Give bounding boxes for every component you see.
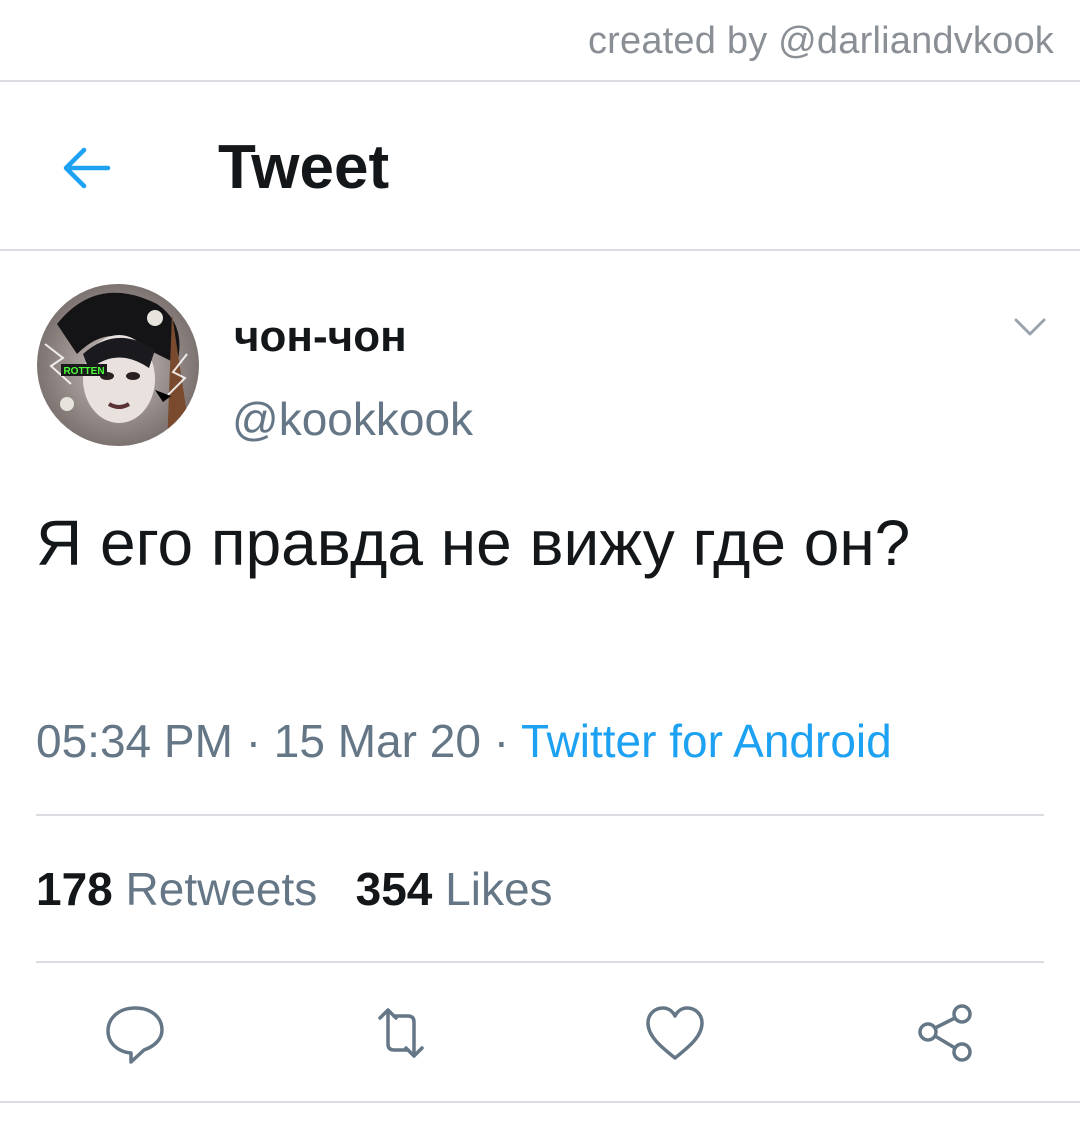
meta-separator: · — [493, 715, 510, 767]
divider — [0, 249, 1080, 251]
retweets-stat[interactable]: 178 Retweets — [36, 863, 317, 915]
display-name[interactable]: чон-чон — [234, 312, 407, 362]
tweet-time: 05:34 PM — [36, 715, 233, 767]
tweet-meta: 05:34 PM · 15 Mar 20 · Twitter for Andro… — [36, 714, 892, 768]
arrow-left-icon[interactable] — [56, 138, 116, 198]
retweets-count: 178 — [36, 863, 113, 915]
tweet-date: 15 Mar 20 — [273, 715, 481, 767]
avatar[interactable]: ROTTEN — [37, 284, 199, 446]
tweet-source-link[interactable]: Twitter for Android — [521, 715, 892, 767]
app-bar: Tweet — [0, 82, 1080, 250]
retweets-label: Retweets — [125, 863, 318, 915]
like-icon[interactable] — [640, 998, 710, 1068]
likes-stat[interactable]: 354 Likes — [356, 863, 553, 915]
likes-label: Likes — [445, 863, 553, 915]
likes-count: 354 — [355, 863, 433, 915]
chevron-down-icon[interactable] — [1010, 312, 1050, 342]
creator-credit: created by @darliandvkook — [587, 20, 1054, 62]
page-title: Tweet — [218, 133, 390, 202]
reply-icon[interactable] — [100, 998, 170, 1068]
avatar-badge: ROTTEN — [63, 366, 104, 377]
divider — [36, 814, 1044, 816]
credit-bar: created by @darliandvkook — [0, 0, 1080, 82]
tweet-text: Я его правда не вижу где он? — [36, 507, 911, 579]
retweet-icon[interactable] — [366, 998, 436, 1068]
user-handle[interactable]: @kookkook — [232, 392, 473, 446]
tweet-stats: 178 Retweets 354 Likes — [36, 862, 553, 916]
meta-separator: · — [245, 715, 262, 767]
divider — [0, 1101, 1080, 1103]
divider — [36, 961, 1044, 963]
share-icon[interactable] — [910, 998, 980, 1068]
